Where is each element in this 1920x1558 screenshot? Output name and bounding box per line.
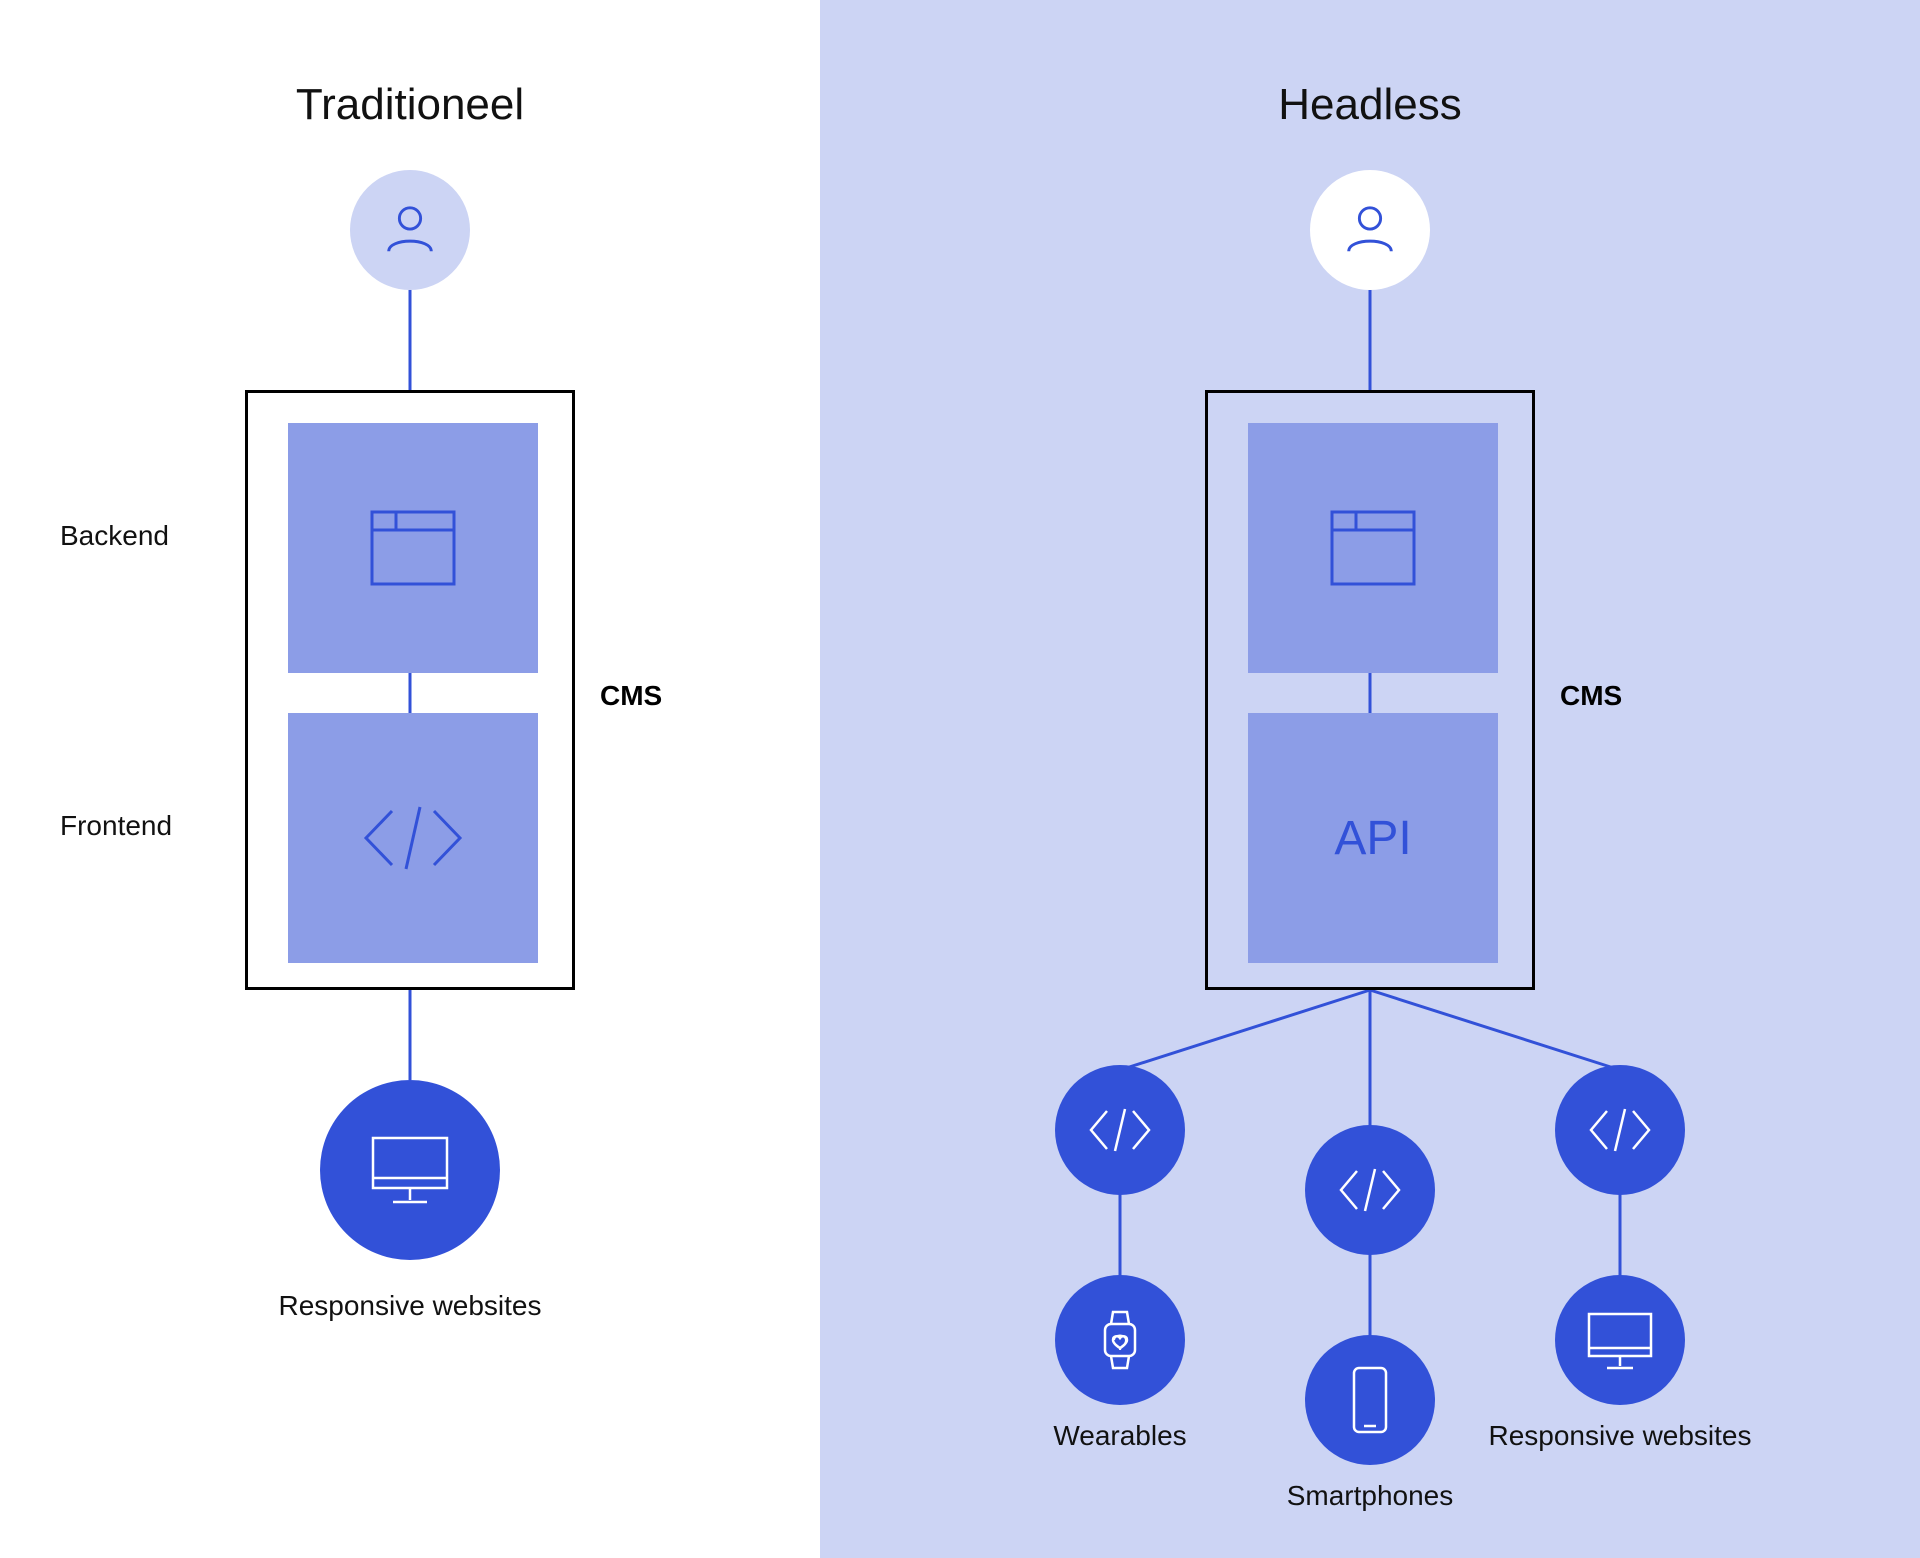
cms-container-right: API bbox=[1205, 390, 1535, 990]
smartphone-icon bbox=[1348, 1364, 1392, 1436]
backend-block-right bbox=[1248, 423, 1498, 673]
backend-label: Backend bbox=[60, 520, 169, 552]
traditional-title: Traditioneel bbox=[0, 80, 820, 130]
headless-panel: Headless API CMS bbox=[820, 0, 1920, 1558]
frontend-code-node-2 bbox=[1305, 1125, 1435, 1255]
user-node-left bbox=[350, 170, 470, 290]
cms-label-left: CMS bbox=[600, 680, 662, 712]
user-icon bbox=[1341, 201, 1399, 259]
window-icon bbox=[1328, 508, 1418, 588]
headless-title: Headless bbox=[820, 80, 1920, 130]
diagram-root: Traditioneel bbox=[0, 0, 1920, 1558]
code-icon bbox=[358, 803, 468, 873]
responsive-label-right: Responsive websites bbox=[1480, 1420, 1760, 1452]
wearables-label: Wearables bbox=[1020, 1420, 1220, 1452]
frontend-block bbox=[288, 713, 538, 963]
user-icon bbox=[381, 201, 439, 259]
api-block: API bbox=[1248, 713, 1498, 963]
frontend-label: Frontend bbox=[60, 810, 172, 842]
responsive-label-left: Responsive websites bbox=[260, 1290, 560, 1322]
traditional-panel: Traditioneel bbox=[0, 0, 820, 1558]
code-icon bbox=[1085, 1105, 1155, 1155]
smartphones-label: Smartphones bbox=[1250, 1480, 1490, 1512]
monitor-icon bbox=[365, 1130, 455, 1210]
smartwatch-icon bbox=[1095, 1308, 1145, 1372]
responsive-node-right bbox=[1555, 1275, 1685, 1405]
cms-label-right: CMS bbox=[1560, 680, 1622, 712]
backend-block bbox=[288, 423, 538, 673]
smartphones-node bbox=[1305, 1335, 1435, 1465]
api-label: API bbox=[1334, 811, 1411, 866]
code-icon bbox=[1585, 1105, 1655, 1155]
frontend-code-node-1 bbox=[1055, 1065, 1185, 1195]
code-icon bbox=[1335, 1165, 1405, 1215]
monitor-icon bbox=[1583, 1308, 1657, 1372]
responsive-output-left bbox=[320, 1080, 500, 1260]
cms-container-left bbox=[245, 390, 575, 990]
window-icon bbox=[368, 508, 458, 588]
user-node-right bbox=[1310, 170, 1430, 290]
frontend-code-node-3 bbox=[1555, 1065, 1685, 1195]
wearables-node bbox=[1055, 1275, 1185, 1405]
